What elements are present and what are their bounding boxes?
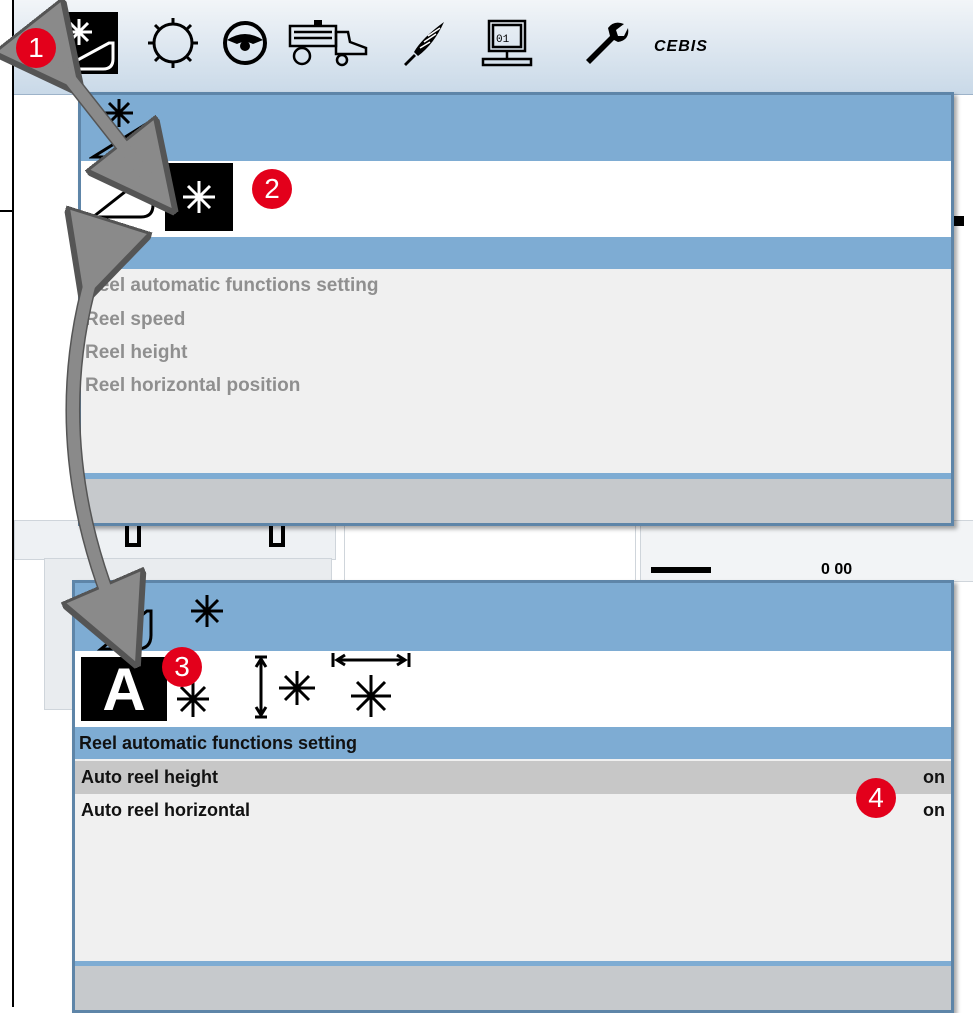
- callout-2: 2: [252, 169, 292, 209]
- callout-4: 4: [856, 778, 896, 818]
- arrow-reel-to-auto: [73, 262, 120, 626]
- arrow-1-to-2: [55, 60, 148, 178]
- callout-3: 3: [162, 647, 202, 687]
- callout-arrows: [0, 0, 973, 1007]
- callout-1: 1: [16, 28, 56, 68]
